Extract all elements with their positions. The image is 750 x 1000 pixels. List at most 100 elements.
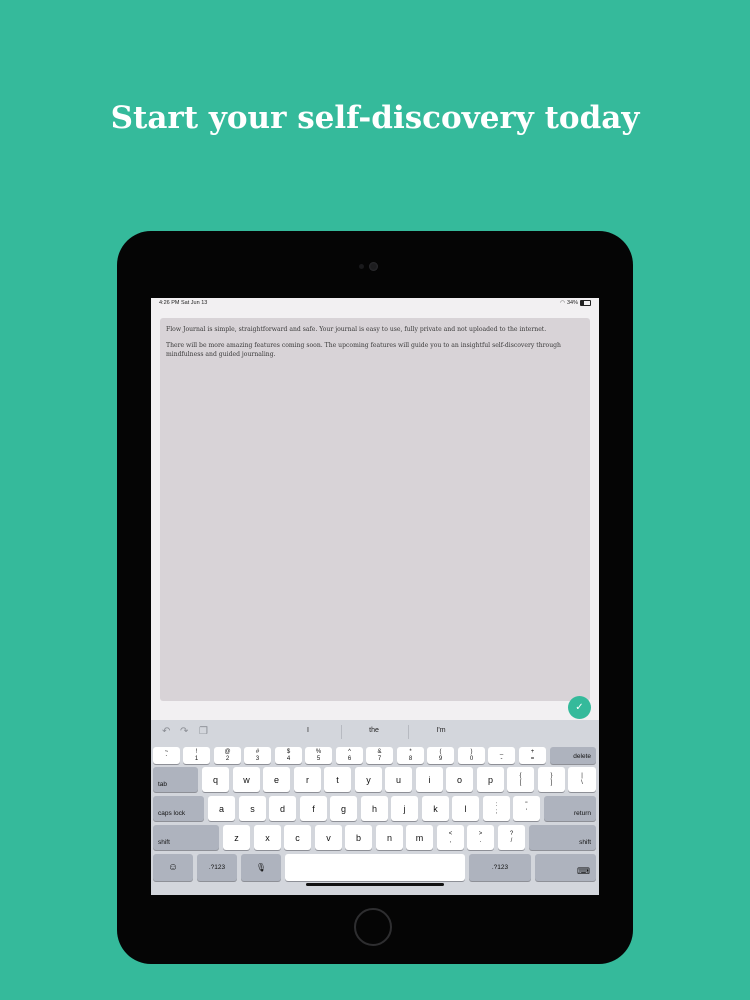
key-p[interactable]: p xyxy=(477,767,504,792)
key-top: ~ xyxy=(164,748,169,755)
key-0[interactable]: ) 0 xyxy=(458,747,485,764)
key-r[interactable]: r xyxy=(294,767,321,792)
key-9[interactable]: (9 xyxy=(427,747,454,764)
key-semicolon[interactable]: :; xyxy=(483,796,510,821)
suggestion-1[interactable]: I xyxy=(275,727,341,734)
tablet-frame: 4:26 PM Sat Jun 13 ◠ 34% Flow Journal is… xyxy=(117,231,633,964)
undo-icon[interactable]: ↶ xyxy=(162,726,170,737)
suggestion-3[interactable]: I'm xyxy=(408,727,474,734)
redo-icon[interactable]: ↷ xyxy=(180,726,188,737)
key-close-bracket[interactable]: }] xyxy=(538,767,565,792)
status-right: ◠ 34% xyxy=(560,300,591,306)
key-bottom: ' xyxy=(525,808,528,815)
key-v[interactable]: v xyxy=(315,825,342,850)
done-button[interactable]: ✓ xyxy=(568,696,591,719)
key-7[interactable]: & 7 xyxy=(366,747,393,764)
battery-percent: 34% xyxy=(566,300,578,306)
key-l[interactable]: l xyxy=(452,796,479,821)
key-minus[interactable]: _ - xyxy=(488,747,515,764)
key-bottom: ] xyxy=(550,779,553,786)
key-y[interactable]: y xyxy=(355,767,382,792)
key-q[interactable]: q xyxy=(202,767,229,792)
delete-key[interactable]: delete xyxy=(550,747,596,764)
key-8[interactable]: * 8 xyxy=(397,747,424,764)
battery-icon xyxy=(580,300,591,306)
wifi-icon: ◠ xyxy=(560,300,565,306)
paste-icon[interactable]: ❐ xyxy=(199,726,208,737)
emoji-icon[interactable]: ☺ xyxy=(153,854,193,881)
key-i[interactable]: i xyxy=(416,767,443,792)
key-bottom: 9 xyxy=(438,755,443,762)
key-x[interactable]: x xyxy=(254,825,281,850)
predictive-bar: ↶ ↷ ❐ I the I'm xyxy=(151,720,599,744)
key-z[interactable]: z xyxy=(223,825,250,850)
key-bottom: ` xyxy=(165,755,168,762)
key-c[interactable]: c xyxy=(284,825,311,850)
microphone-icon[interactable]: 🎙 xyxy=(241,854,281,881)
key-equals[interactable]: + = xyxy=(519,747,546,764)
home-button[interactable] xyxy=(354,908,392,946)
key-j[interactable]: j xyxy=(391,796,418,821)
suggestion-2[interactable]: the xyxy=(341,727,407,734)
key-top: % xyxy=(315,748,322,755)
key-w[interactable]: w xyxy=(233,767,260,792)
key-period[interactable]: >. xyxy=(467,825,494,850)
shift-left-key[interactable]: shift xyxy=(153,825,219,850)
key-top: * xyxy=(409,748,412,755)
key-bottom: - xyxy=(500,755,503,762)
key-5[interactable]: % 5 xyxy=(305,747,332,764)
numbers-right-key[interactable]: .?123 xyxy=(469,854,531,881)
key-k[interactable]: k xyxy=(422,796,449,821)
key-comma[interactable]: <, xyxy=(437,825,464,850)
key-d[interactable]: d xyxy=(269,796,296,821)
key-a[interactable]: a xyxy=(208,796,235,821)
key-bottom: ; xyxy=(495,808,498,815)
key-o[interactable]: o xyxy=(446,767,473,792)
key-h[interactable]: h xyxy=(361,796,388,821)
key-u[interactable]: u xyxy=(385,767,412,792)
key-m[interactable]: m xyxy=(406,825,433,850)
key-bottom: 8 xyxy=(408,755,413,762)
journal-editor[interactable]: Flow Journal is simple, straightforward … xyxy=(160,318,590,701)
hide-keyboard-icon[interactable]: ⌨ xyxy=(535,854,596,881)
home-indicator xyxy=(306,883,444,886)
key-3[interactable]: #3 xyxy=(244,747,271,764)
key-slash[interactable]: ? / xyxy=(498,825,525,850)
status-bar: 4:26 PM Sat Jun 13 ◠ 34% xyxy=(151,298,599,310)
key-backslash[interactable]: | \ xyxy=(568,767,596,792)
headline: Start your self-discovery today xyxy=(110,100,640,136)
return-key[interactable]: return xyxy=(544,796,596,821)
numbers-left-key[interactable]: .?123 xyxy=(197,854,237,881)
key-top: " xyxy=(525,801,528,808)
key-top: ! xyxy=(195,748,198,755)
caps-lock-key[interactable]: caps lock xyxy=(153,796,204,821)
editor-paragraph-1: Flow Journal is simple, straightforward … xyxy=(166,326,547,333)
tab-key[interactable]: tab xyxy=(153,767,198,792)
key-n[interactable]: n xyxy=(376,825,403,850)
key-backtick[interactable]: ~ ` xyxy=(153,747,180,764)
key-f[interactable]: f xyxy=(300,796,327,821)
key-top: { xyxy=(519,772,522,779)
key-top: ? xyxy=(509,830,514,837)
shift-right-key[interactable]: shift xyxy=(529,825,596,850)
key-bottom: . xyxy=(479,837,482,844)
key-open-bracket[interactable]: {[ xyxy=(507,767,534,792)
key-g[interactable]: g xyxy=(330,796,357,821)
key-6[interactable]: ^ 6 xyxy=(336,747,363,764)
key-bottom: 7 xyxy=(377,755,382,762)
checkmark-icon: ✓ xyxy=(575,702,584,713)
key-b[interactable]: b xyxy=(345,825,372,850)
key-s[interactable]: s xyxy=(239,796,266,821)
key-top: $ xyxy=(286,748,291,755)
space-key[interactable] xyxy=(285,854,465,881)
key-bottom: \ xyxy=(581,779,583,786)
key-bottom: = xyxy=(530,755,535,762)
key-bottom: / xyxy=(510,837,513,844)
key-1[interactable]: ! 1 xyxy=(183,747,210,764)
key-quote[interactable]: " ' xyxy=(513,796,540,821)
key-4[interactable]: $4 xyxy=(275,747,302,764)
key-t[interactable]: t xyxy=(324,767,351,792)
key-e[interactable]: e xyxy=(263,767,290,792)
key-2[interactable]: @2 xyxy=(214,747,241,764)
key-top: @ xyxy=(224,748,231,755)
